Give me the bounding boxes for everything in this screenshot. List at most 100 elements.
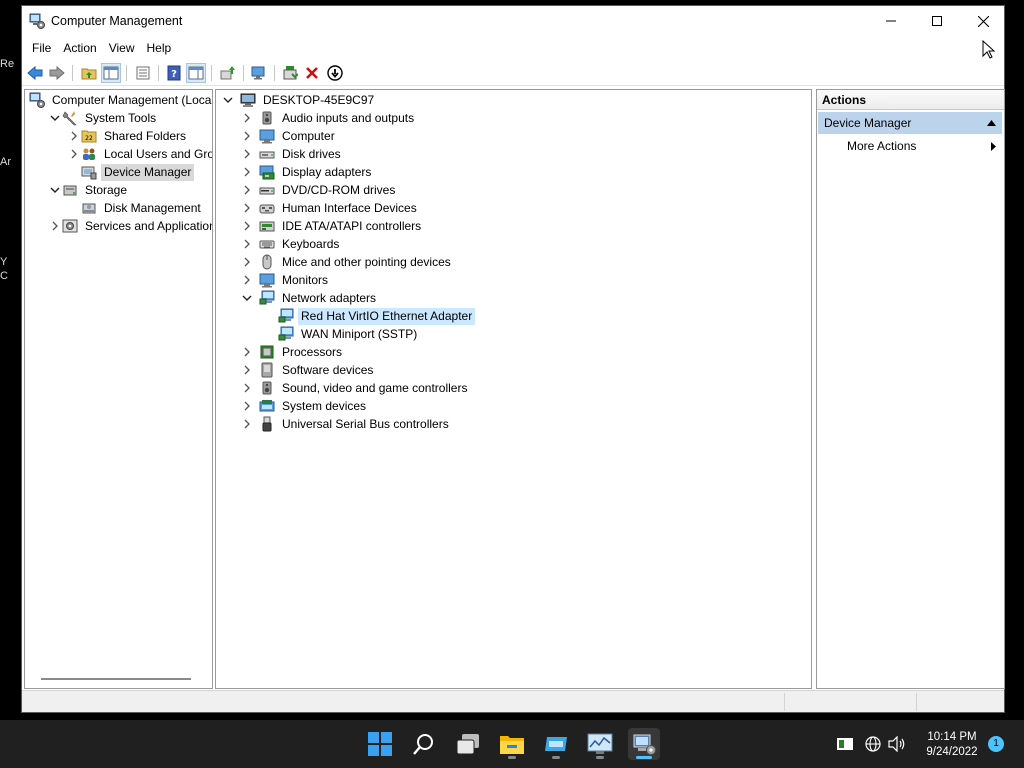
device-tree-label: IDE ATA/ATAPI controllers [282, 218, 422, 233]
console-tree-item[interactable]: Local Users and Groups [81, 145, 212, 163]
menu-file[interactable]: File [26, 38, 57, 58]
device-category[interactable]: Mice and other pointing devices [259, 253, 454, 271]
dvd-drive-icon [259, 187, 275, 195]
collapsed-chevron-icon[interactable] [241, 343, 253, 361]
collapsed-chevron-icon[interactable] [241, 361, 253, 379]
menu-view[interactable]: View [103, 38, 141, 58]
horizontal-scrollbar[interactable] [41, 678, 191, 680]
collapsed-chevron-icon[interactable] [241, 415, 253, 433]
collapsed-chevron-icon[interactable] [241, 199, 253, 217]
device-category[interactable]: IDE ATA/ATAPI controllers [259, 217, 424, 235]
system-device-icon [259, 400, 275, 412]
expanded-chevron-icon[interactable] [241, 289, 253, 307]
pinned-app-button[interactable] [540, 728, 572, 760]
more-actions-item[interactable]: More Actions [847, 138, 916, 154]
console-tree-item[interactable]: System Tools [62, 109, 159, 127]
running-indicator [636, 756, 652, 759]
device-category[interactable]: Sound, video and game controllers [259, 379, 470, 397]
computer-management-taskbar-button[interactable] [628, 728, 660, 760]
desktop-icon-label[interactable]: Ar [0, 156, 11, 168]
collapsed-chevron-icon[interactable] [241, 145, 253, 163]
device-category[interactable]: Human Interface Devices [259, 199, 420, 217]
performance-monitor-button[interactable] [584, 728, 616, 760]
console-tree-item[interactable]: 22 Shared Folders [81, 127, 189, 145]
forward-button[interactable] [47, 63, 67, 83]
device-category[interactable]: Network adapters [259, 289, 379, 307]
device-category[interactable]: Audio inputs and outputs [259, 109, 417, 127]
device-category[interactable]: Display adapters [259, 163, 374, 181]
collapsed-chevron-icon[interactable] [241, 181, 253, 199]
taskbar-clock[interactable]: 10:14 PM 9/24/2022 [916, 730, 988, 760]
tray-app-icon[interactable] [836, 736, 854, 752]
uninstall-device-button[interactable] [302, 63, 322, 83]
collapsed-chevron-icon[interactable] [241, 271, 253, 289]
show-hide-console-tree-button[interactable] [101, 63, 121, 83]
desktop-icon-label[interactable]: C [0, 270, 8, 282]
actions-section-device-manager[interactable]: Device Manager [818, 112, 1002, 134]
network-tray-button[interactable] [864, 736, 882, 752]
collapsed-chevron-icon[interactable] [241, 253, 253, 271]
maximize-button[interactable] [914, 6, 960, 36]
device-tree-label: Mice and other pointing devices [282, 254, 451, 269]
help-button[interactable]: ? [164, 63, 184, 83]
device-category[interactable]: Computer [259, 127, 338, 145]
console-tree-item[interactable]: Device Manager [81, 163, 195, 181]
device-category[interactable]: System devices [259, 397, 369, 415]
task-view-button[interactable] [452, 728, 484, 760]
show-hide-action-pane-button[interactable] [186, 63, 206, 83]
collapsed-chevron-icon[interactable] [241, 163, 253, 181]
device-item[interactable]: Red Hat VirtIO Ethernet Adapter [278, 307, 476, 325]
device-tree-root[interactable]: DESKTOP-45E9C97 [240, 91, 377, 109]
collapsed-chevron-icon[interactable] [49, 217, 61, 235]
device-category[interactable]: Monitors [259, 271, 331, 289]
search-button[interactable] [408, 728, 440, 760]
menu-help[interactable]: Help [141, 38, 178, 58]
console-tree-item[interactable]: Storage [62, 181, 130, 199]
device-tree-pane[interactable]: DESKTOP-45E9C97 Audio inputs and outputs C… [215, 89, 812, 689]
device-category[interactable]: Disk drives [259, 145, 344, 163]
collapsed-chevron-icon[interactable] [241, 235, 253, 253]
collapsed-chevron-icon[interactable] [241, 217, 253, 235]
export-list-button[interactable] [133, 63, 153, 83]
collapsed-chevron-icon[interactable] [68, 145, 80, 163]
collapsed-chevron-icon[interactable] [241, 397, 253, 415]
collapsed-chevron-icon[interactable] [241, 127, 253, 145]
collapsed-chevron-icon[interactable] [68, 127, 80, 145]
collapsed-chevron-icon[interactable] [241, 109, 253, 127]
device-category[interactable]: Keyboards [259, 235, 342, 253]
console-tree-item[interactable]: Computer Management (Local [29, 91, 212, 109]
display-adapter-icon [259, 165, 275, 180]
console-tree-pane[interactable]: Computer Management (Local System Tools 22… [24, 89, 213, 689]
expanded-chevron-icon[interactable] [49, 109, 61, 127]
device-category[interactable]: Universal Serial Bus controllers [259, 415, 452, 433]
disable-device-button[interactable] [325, 63, 345, 83]
enable-device-button[interactable] [280, 63, 300, 83]
notification-badge[interactable]: 1 [988, 736, 1004, 752]
windows-logo-icon [368, 732, 392, 756]
back-button[interactable] [25, 63, 45, 83]
up-one-level-button[interactable] [79, 63, 99, 83]
device-category[interactable]: Processors [259, 343, 345, 361]
expanded-chevron-icon[interactable] [222, 91, 234, 109]
device-item[interactable]: WAN Miniport (SSTP) [278, 325, 420, 343]
action-pane-icon [188, 66, 204, 80]
menu-action[interactable]: Action [57, 38, 102, 58]
volume-tray-button[interactable] [888, 736, 906, 752]
scan-hardware-button[interactable] [249, 63, 269, 83]
device-category[interactable]: DVD/CD-ROM drives [259, 181, 398, 199]
file-explorer-button[interactable] [496, 728, 528, 760]
computer-management-icon [633, 734, 656, 755]
console-tree-item[interactable]: Services and Applications [62, 217, 212, 235]
close-button[interactable] [960, 6, 1006, 36]
collapsed-chevron-icon[interactable] [241, 379, 253, 397]
title-bar[interactable]: Computer Management [22, 6, 1004, 36]
update-driver-button[interactable] [218, 63, 238, 83]
desktop-icon-label[interactable]: Y [0, 256, 7, 268]
expanded-chevron-icon[interactable] [49, 181, 61, 199]
console-tree-item[interactable]: Disk Management [81, 199, 204, 217]
minimize-button[interactable] [868, 6, 914, 36]
desktop-icon-label[interactable]: Re [0, 58, 14, 70]
device-tree-label: System devices [282, 398, 367, 413]
device-category[interactable]: Software devices [259, 361, 376, 379]
start-button[interactable] [364, 728, 396, 760]
